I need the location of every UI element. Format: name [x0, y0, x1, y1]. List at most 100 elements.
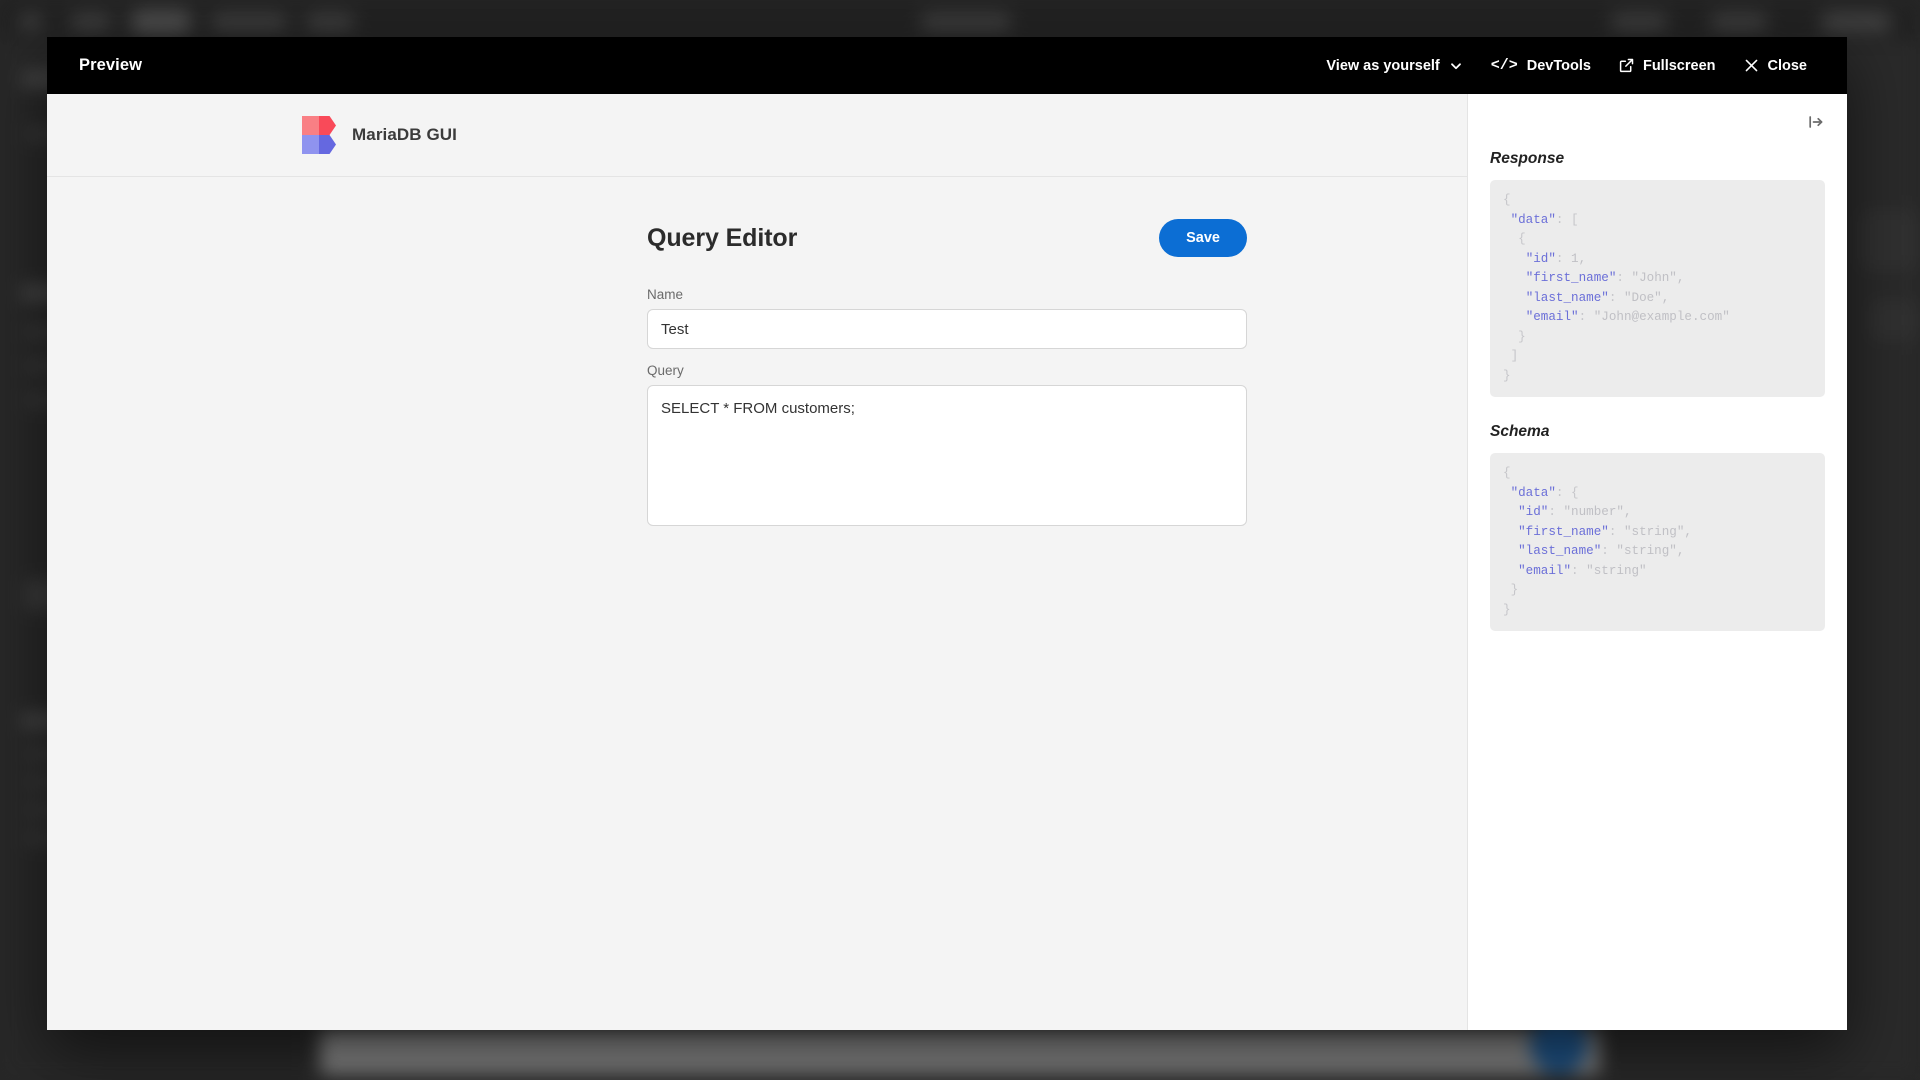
- json-key: "first_name": [1518, 524, 1609, 539]
- json-line: "data": [: [1503, 211, 1812, 231]
- background-topbar-chip: [1610, 14, 1668, 30]
- devtools-button[interactable]: </> DevTools: [1477, 50, 1605, 81]
- preview-toolbar: Preview View as yourself </> DevTools Fu…: [47, 37, 1847, 94]
- json-punctuation: }: [1510, 583, 1519, 598]
- background-topbar-chip: [305, 14, 355, 30]
- json-key: "first_name": [1525, 271, 1617, 286]
- app-header: MariaDB GUI: [47, 94, 1467, 177]
- background-topbar-chip: [1820, 12, 1892, 32]
- view-as-button[interactable]: View as yourself: [1312, 51, 1476, 81]
- json-punctuation: :: [1555, 251, 1572, 266]
- json-line: }: [1503, 581, 1812, 601]
- background-topbar-chip: [70, 14, 112, 30]
- devtools-label: DevTools: [1526, 57, 1591, 74]
- page-title: Query Editor: [647, 223, 798, 252]
- json-value: "Doe",: [1623, 290, 1670, 305]
- logo-cell-top-left: [302, 116, 319, 135]
- background-topbar-chip: [210, 14, 288, 30]
- background-bottom-card: [320, 1030, 1600, 1074]
- inspector-panel: Response { "data": [ { "id": 1, "first_n…: [1467, 94, 1847, 1030]
- json-line: {: [1503, 230, 1812, 250]
- response-json-block: { "data": [ { "id": 1, "first_name": "Jo…: [1490, 180, 1825, 398]
- query-label: Query: [647, 363, 684, 378]
- view-as-label: View as yourself: [1326, 57, 1440, 74]
- background-topbar-chip: [20, 14, 42, 30]
- query-editor-header: Query Editor Save: [647, 219, 1247, 257]
- json-punctuation: {: [1503, 193, 1511, 207]
- json-line: }: [1503, 328, 1812, 348]
- json-punctuation: : {: [1555, 485, 1579, 500]
- close-button[interactable]: Close: [1730, 51, 1822, 81]
- schema-title: Schema: [1490, 423, 1550, 441]
- name-label: Name: [647, 287, 684, 302]
- json-line: "email": "John@example.com": [1503, 308, 1812, 328]
- json-line: "id": "number",: [1503, 503, 1812, 523]
- json-line: "last_name": "string",: [1503, 542, 1812, 562]
- query-input[interactable]: SELECT * FROM customers;: [647, 385, 1247, 526]
- json-punctuation: :: [1578, 310, 1594, 325]
- json-key: "id": [1518, 505, 1549, 520]
- json-punctuation: }: [1518, 329, 1526, 344]
- json-line: }: [1503, 601, 1812, 621]
- background-canvas-block: [1870, 300, 1920, 340]
- json-key: "data": [1510, 485, 1556, 500]
- logo-cell-bottom-right: [319, 135, 336, 154]
- json-value: "string": [1586, 563, 1647, 578]
- brand-name: MariaDB GUI: [352, 125, 458, 144]
- query-field-group: Query SELECT * FROM customers;: [647, 363, 1247, 526]
- close-label: Close: [1767, 57, 1808, 74]
- code-icon: </>: [1490, 57, 1518, 74]
- json-punctuation: :: [1601, 544, 1617, 559]
- json-punctuation: : [: [1555, 212, 1579, 227]
- close-icon: [1744, 58, 1759, 73]
- json-value: 1,: [1571, 251, 1587, 266]
- json-key: "email": [1525, 310, 1579, 325]
- json-value: "John",: [1631, 271, 1685, 286]
- background-topbar-chip: [130, 10, 192, 34]
- json-punctuation: :: [1616, 271, 1632, 286]
- json-punctuation: ]: [1510, 349, 1519, 364]
- json-value: "John@example.com": [1593, 310, 1730, 325]
- json-punctuation: :: [1608, 524, 1624, 539]
- json-punctuation: :: [1608, 290, 1624, 305]
- collapse-panel-right-icon[interactable]: [1807, 113, 1825, 131]
- json-value: "number",: [1563, 505, 1632, 520]
- brand: MariaDB GUI: [302, 116, 457, 154]
- fullscreen-button[interactable]: Fullscreen: [1605, 51, 1730, 81]
- background-topbar-chip: [920, 14, 1012, 30]
- preview-title: Preview: [79, 56, 143, 74]
- json-line: "id": 1,: [1503, 250, 1812, 270]
- preview-modal: Preview View as yourself </> DevTools Fu…: [47, 37, 1847, 1030]
- json-punctuation: }: [1503, 602, 1511, 617]
- json-punctuation: :: [1548, 505, 1564, 520]
- name-field-group: Name: [647, 287, 1247, 349]
- json-key: "id": [1525, 251, 1556, 266]
- json-punctuation: :: [1571, 563, 1587, 578]
- name-input[interactable]: [647, 309, 1247, 349]
- json-punctuation: {: [1503, 466, 1511, 481]
- mariadb-logo-icon: [302, 116, 336, 154]
- preview-body: MariaDB GUI Query Editor Save Name Query: [47, 94, 1847, 1030]
- save-button[interactable]: Save: [1159, 219, 1247, 257]
- json-line: "first_name": "John",: [1503, 269, 1812, 289]
- json-punctuation: {: [1518, 232, 1526, 247]
- json-value: "string",: [1616, 544, 1685, 559]
- json-punctuation: }: [1503, 368, 1511, 383]
- json-line: "data": {: [1503, 484, 1812, 504]
- background-canvas-block: [1860, 210, 1920, 270]
- inspector-toolbar: [1490, 94, 1825, 150]
- app-content: Query Editor Save Name Query SELECT * FR…: [47, 177, 1467, 1030]
- query-editor-card: Query Editor Save Name Query SELECT * FR…: [647, 219, 1247, 526]
- schema-json-block: { "data": { "id": "number", "first_name"…: [1490, 453, 1825, 632]
- logo-cell-top-right: [319, 116, 336, 135]
- logo-cell-bottom-left: [302, 135, 319, 154]
- json-line: {: [1503, 464, 1812, 484]
- previewed-app: MariaDB GUI Query Editor Save Name Query: [47, 94, 1467, 1030]
- fullscreen-label: Fullscreen: [1642, 57, 1716, 74]
- external-link-icon: [1619, 58, 1634, 73]
- json-key: "email": [1518, 563, 1572, 578]
- json-line: {: [1503, 191, 1812, 211]
- chevron-down-icon: [1449, 59, 1463, 73]
- json-line: "first_name": "string",: [1503, 523, 1812, 543]
- preview-toolbar-actions: View as yourself </> DevTools Fullscreen…: [1312, 50, 1821, 81]
